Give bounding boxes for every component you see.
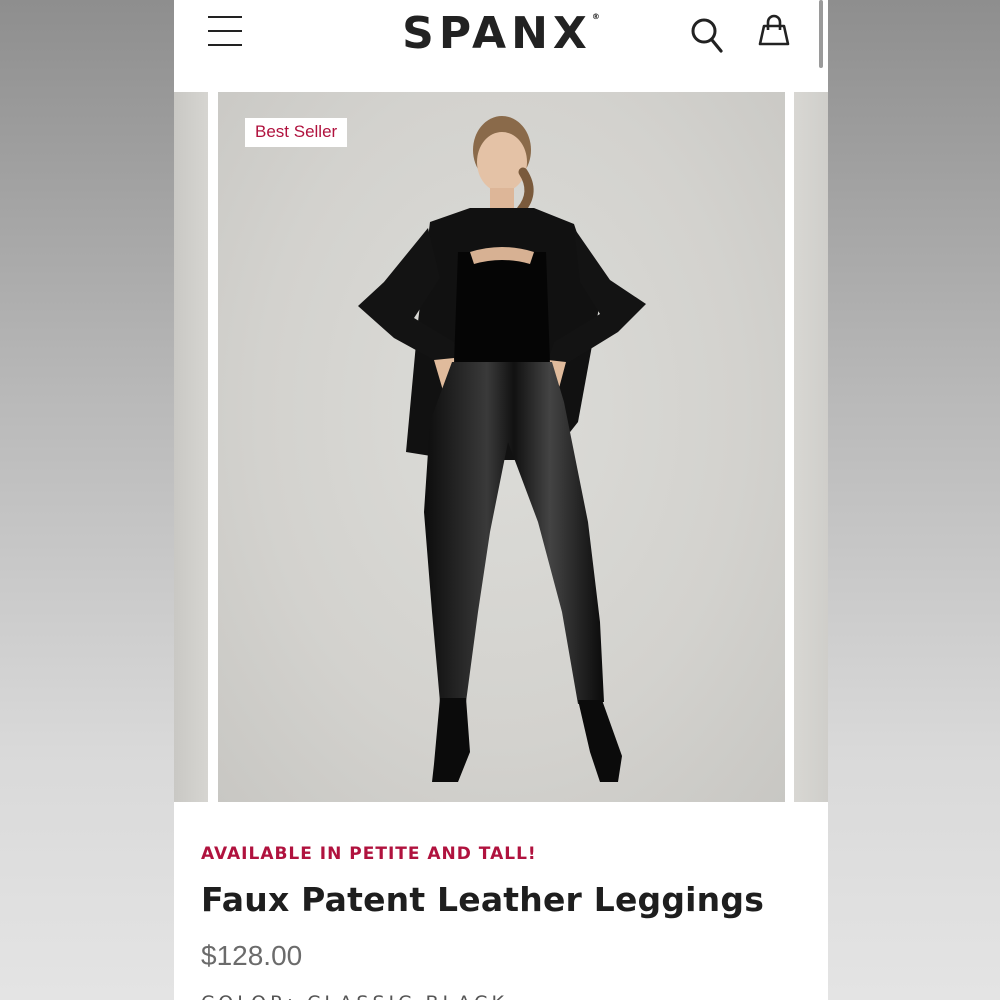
brand-name: SPANX — [402, 8, 592, 59]
product-title: Faux Patent Leather Leggings — [201, 880, 765, 919]
trademark-symbol: ® — [591, 12, 600, 21]
product-info: AVAILABLE IN PETITE AND TALL! Faux Paten… — [174, 802, 828, 1000]
color-label: COLOR: CLASSIC BLACK — [201, 992, 508, 1000]
previous-image-peek[interactable] — [174, 92, 208, 802]
mobile-screen: SPANX® Best Seller AVAILABLE IN PETITE A… — [174, 0, 828, 1000]
brand-logo[interactable]: SPANX® — [174, 8, 828, 59]
product-image-carousel[interactable]: Best Seller — [174, 92, 828, 802]
product-price: $128.00 — [201, 940, 303, 971]
search-icon[interactable] — [690, 16, 724, 54]
availability-promo[interactable]: AVAILABLE IN PETITE AND TALL! — [201, 844, 537, 864]
best-seller-badge: Best Seller — [245, 118, 348, 147]
product-image[interactable]: Best Seller — [218, 92, 785, 802]
shopping-bag-icon[interactable] — [754, 12, 794, 52]
site-header: SPANX® — [174, 0, 828, 92]
next-image-peek[interactable] — [794, 92, 828, 802]
model-photo — [358, 116, 646, 782]
scrollbar[interactable] — [819, 0, 823, 68]
